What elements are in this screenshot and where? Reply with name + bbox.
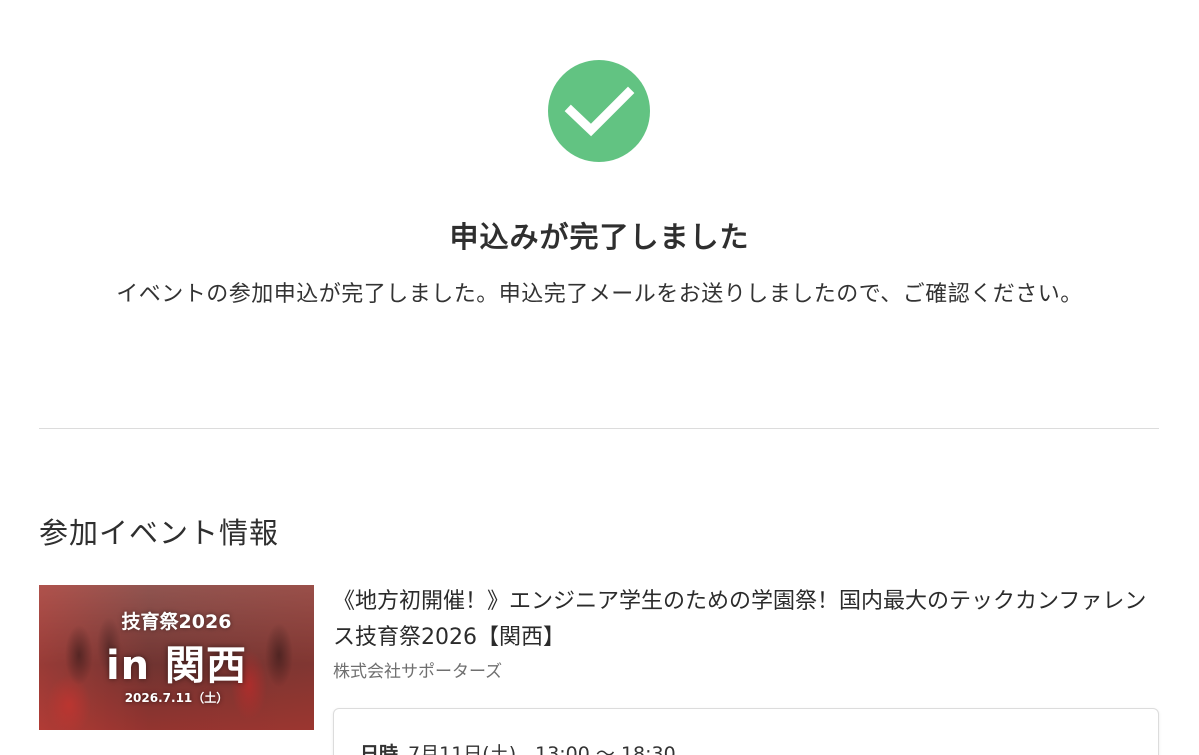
event-title-link[interactable]: 《地方初開催！》エンジニア学生のための学園祭！国内最大のテックカンファレンス技育… <box>333 584 1163 656</box>
event-detail-card: 日時 7月11日(土) 13:00 〜 18:30 <box>333 708 1159 755</box>
completion-message: イベントの参加申込が完了しました。申込完了メールをお送りしましたので、ご確認くだ… <box>116 282 1083 307</box>
event-info-heading: 参加イベント情報 <box>39 516 280 550</box>
event-date-row: 日時 7月11日(土) 13:00 〜 18:30 <box>360 739 676 755</box>
event-organizer: 株式会社サポーターズ <box>333 662 503 682</box>
completion-title: 申込みが完了しました <box>449 220 750 254</box>
event-thumbnail[interactable]: 技育祭2026 in 関西 2026.7.11（土） <box>39 585 314 730</box>
section-divider <box>39 428 1159 429</box>
check-icon <box>564 86 635 137</box>
thumbnail-location: in 関西 <box>105 643 248 689</box>
success-check-icon <box>548 60 650 162</box>
date-label: 日時 <box>360 743 399 755</box>
thumbnail-date: 2026.7.11（土） <box>124 691 229 705</box>
date-value: 7月11日(土) 13:00 〜 18:30 <box>408 743 676 755</box>
thumbnail-event-name: 技育祭2026 <box>121 611 232 633</box>
application-complete-page: 申込みが完了しました イベントの参加申込が完了しました。申込完了メールをお送りし… <box>0 0 1199 755</box>
